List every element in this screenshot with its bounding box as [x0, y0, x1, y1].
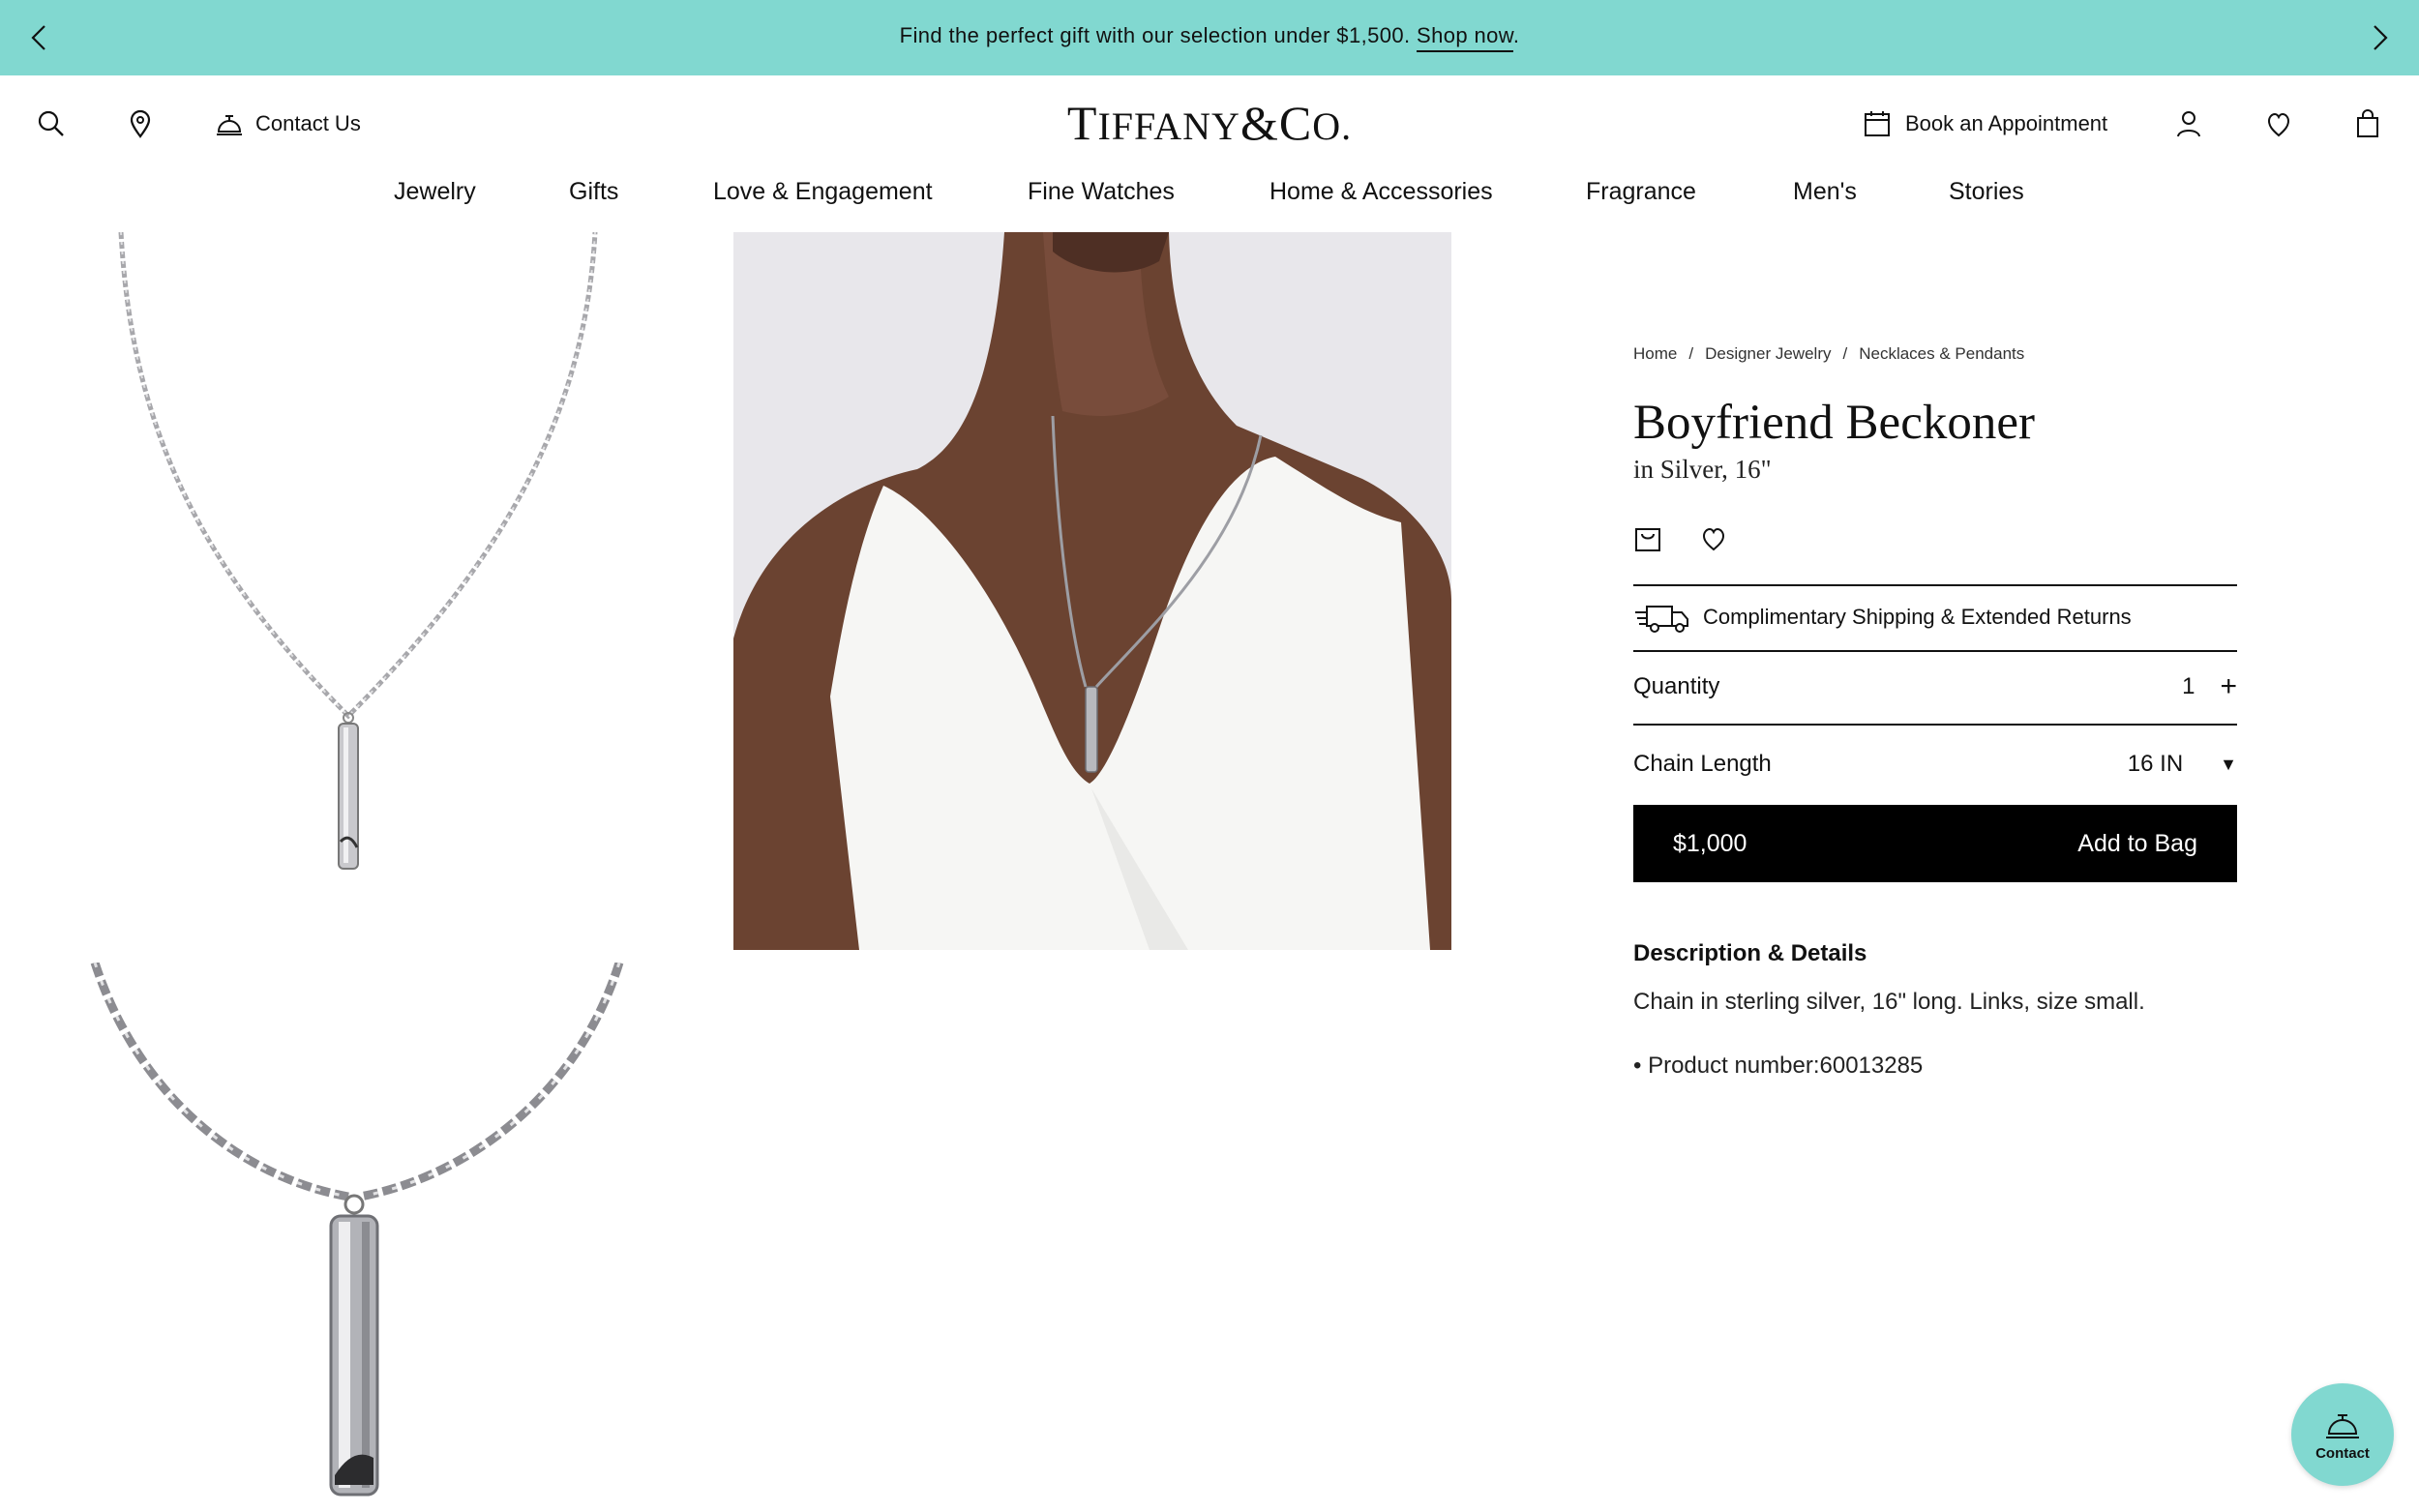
product-thumbnail-flat[interactable] — [77, 231, 619, 890]
wishlist-heart-icon[interactable] — [1699, 524, 1728, 553]
shop-now-link[interactable]: Shop now — [1417, 23, 1513, 52]
location-pin-icon[interactable] — [121, 104, 160, 143]
pendant-closeup-image — [90, 961, 624, 1497]
nav-home-accessories[interactable]: Home & Accessories — [1269, 178, 1493, 206]
nav-fine-watches[interactable]: Fine Watches — [1028, 178, 1175, 206]
promo-text: Find the perfect gift with our selection… — [899, 23, 1411, 47]
promo-message: Find the perfect gift with our selection… — [0, 23, 2419, 52]
shipping-info[interactable]: Complimentary Shipping & Extended Return… — [1633, 596, 2132, 638]
contact-us-link[interactable]: Contact Us — [215, 104, 361, 143]
description-heading[interactable]: Description & Details — [1633, 940, 1867, 967]
add-to-bag-label: Add to Bag — [2077, 829, 2197, 857]
nav-jewelry[interactable]: Jewelry — [394, 178, 476, 206]
tiffany-logo[interactable]: TIFFANY&CO. — [997, 95, 1422, 151]
gift-box-icon[interactable] — [1633, 524, 1662, 553]
service-bell-icon — [2326, 1413, 2359, 1438]
promo-suffix: . — [1512, 23, 1520, 47]
logo-co: O. — [1312, 104, 1353, 148]
quantity-row: Quantity 1 + — [1633, 658, 2237, 716]
shopping-bag-icon[interactable] — [2348, 104, 2387, 143]
breadcrumb-designer-jewelry[interactable]: Designer Jewelry — [1705, 344, 1831, 364]
necklace-flat-image — [118, 231, 598, 870]
main-navigation: Jewelry Gifts Love & Engagement Fine Wat… — [0, 172, 2419, 226]
quantity-label: Quantity — [1633, 673, 1720, 699]
description-text: Chain in sterling silver, 16" long. Link… — [1633, 989, 2145, 1015]
product-price: $1,000 — [1673, 829, 1747, 857]
next-arrow-icon[interactable] — [2363, 21, 2396, 54]
contact-chat-button[interactable]: Contact — [2291, 1383, 2394, 1486]
product-number: • Product number:60013285 — [1633, 1052, 1924, 1079]
account-icon[interactable] — [2169, 104, 2208, 143]
nav-love-engagement[interactable]: Love & Engagement — [713, 178, 933, 206]
nav-fragrance[interactable]: Fragrance — [1586, 178, 1696, 206]
service-bell-icon — [217, 115, 242, 135]
quantity-increment-button[interactable]: + — [2220, 670, 2237, 703]
product-main-image[interactable] — [733, 232, 1451, 950]
delivery-truck-icon — [1635, 606, 1688, 633]
add-to-bag-button[interactable]: $1,000 Add to Bag — [1633, 805, 2237, 882]
breadcrumb-necklaces-pendants[interactable]: Necklaces & Pendants — [1859, 344, 2024, 364]
divider — [1633, 724, 2237, 726]
book-appointment-link[interactable]: Book an Appointment — [1863, 104, 2107, 143]
site-header: Contact Us TIFFANY&CO. Book an Appointme… — [0, 75, 2419, 172]
chain-length-select[interactable]: 16 IN — [2128, 751, 2183, 778]
product-subtitle: in Silver, 16" — [1633, 455, 1772, 484]
logo-name: IFFANY — [1097, 104, 1240, 148]
divider — [1633, 584, 2237, 586]
product-title: Boyfriend Beckoner — [1633, 396, 2035, 450]
logo-amp: &C — [1239, 96, 1313, 150]
chevron-down-icon[interactable]: ▼ — [2220, 755, 2237, 775]
nav-gifts[interactable]: Gifts — [569, 178, 618, 206]
product-thumbnail-closeup[interactable] — [77, 961, 658, 1512]
chain-length-row[interactable]: Chain Length 16 IN ▼ — [1633, 735, 2237, 793]
model-wearing-necklace-image — [733, 232, 1451, 950]
nav-mens[interactable]: Men's — [1793, 178, 1857, 206]
calendar-icon — [1865, 111, 1890, 136]
nav-stories[interactable]: Stories — [1949, 178, 2024, 206]
breadcrumb-separator: / — [1842, 344, 1848, 363]
breadcrumb: Home / Designer Jewelry / Necklaces & Pe… — [1633, 344, 2024, 364]
shipping-label: Complimentary Shipping & Extended Return… — [1703, 605, 2132, 629]
quantity-value[interactable]: 1 — [2182, 673, 2195, 700]
promo-banner: Find the perfect gift with our selection… — [0, 0, 2419, 75]
saved-items-icon[interactable] — [2259, 104, 2298, 143]
book-appointment-label: Book an Appointment — [1905, 111, 2108, 135]
logo-initial: T — [1066, 96, 1098, 150]
chain-length-label: Chain Length — [1633, 751, 1772, 777]
product-actions — [1633, 524, 1728, 553]
contact-us-label: Contact Us — [255, 111, 361, 135]
breadcrumb-separator: / — [1688, 344, 1694, 363]
breadcrumb-home[interactable]: Home — [1633, 344, 1677, 364]
contact-button-label: Contact — [2315, 1444, 2370, 1462]
search-icon[interactable] — [32, 104, 71, 143]
divider — [1633, 650, 2237, 652]
